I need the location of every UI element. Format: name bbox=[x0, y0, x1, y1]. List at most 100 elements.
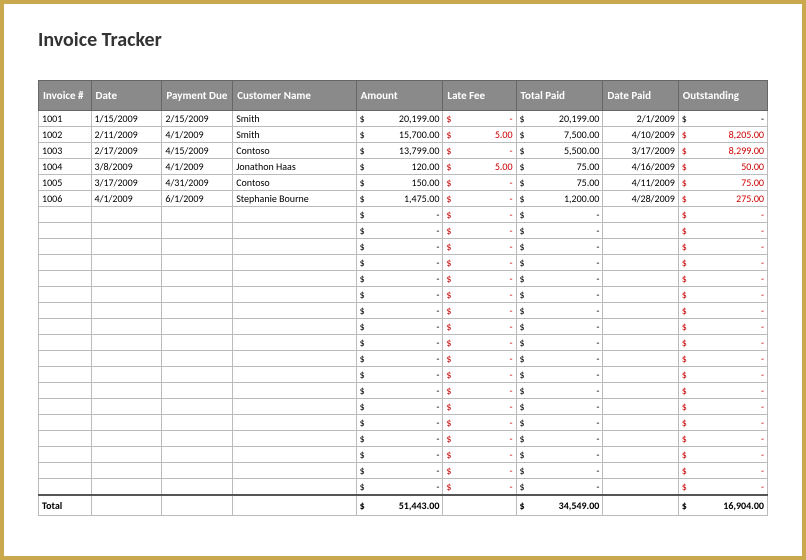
money-cell: $20,199.00 bbox=[356, 111, 443, 127]
cell-date: 2/11/2009 bbox=[91, 127, 162, 143]
money-cell: $- bbox=[516, 463, 603, 479]
cell-empty bbox=[603, 351, 678, 367]
money-cell: $- bbox=[356, 207, 443, 223]
cell-empty bbox=[233, 271, 356, 287]
cell-customer: Jonathon Haas bbox=[233, 159, 356, 175]
cell-empty bbox=[603, 415, 678, 431]
cell-empty bbox=[91, 223, 162, 239]
table-row: 10043/8/20094/1/2009Jonathon Haas$120.00… bbox=[39, 159, 768, 175]
cell-empty bbox=[91, 447, 162, 463]
total-amount: $51,443.00 bbox=[356, 495, 443, 516]
table-row-empty: $-$-$-$- bbox=[39, 335, 768, 351]
money-cell: $- bbox=[678, 287, 767, 303]
cell-empty bbox=[91, 383, 162, 399]
cell-empty bbox=[91, 319, 162, 335]
table-row-empty: $-$-$-$- bbox=[39, 239, 768, 255]
money-cell: $- bbox=[678, 111, 767, 127]
money-cell: $50.00 bbox=[678, 159, 767, 175]
cell-payment-due: 4/31/2009 bbox=[162, 175, 233, 191]
table-row-empty: $-$-$-$- bbox=[39, 383, 768, 399]
cell-empty bbox=[233, 463, 356, 479]
table-row-empty: $-$-$-$- bbox=[39, 415, 768, 431]
cell-date-paid: 2/1/2009 bbox=[603, 111, 678, 127]
money-cell: $- bbox=[356, 287, 443, 303]
money-cell: $- bbox=[356, 399, 443, 415]
header-outstanding: Outstanding bbox=[678, 81, 767, 111]
cell-empty bbox=[162, 479, 233, 496]
header-row: Invoice # Date Payment Due Customer Name… bbox=[39, 81, 768, 111]
header-customer: Customer Name bbox=[233, 81, 356, 111]
invoice-table: Invoice # Date Payment Due Customer Name… bbox=[38, 80, 768, 516]
cell-empty bbox=[603, 207, 678, 223]
cell-empty bbox=[162, 303, 233, 319]
total-outstanding: $16,904.00 bbox=[678, 495, 767, 516]
header-invoice: Invoice # bbox=[39, 81, 92, 111]
cell-empty bbox=[603, 399, 678, 415]
cell-empty bbox=[162, 287, 233, 303]
cell-empty bbox=[39, 223, 92, 239]
cell-empty bbox=[233, 399, 356, 415]
money-cell: $- bbox=[356, 463, 443, 479]
cell-empty bbox=[162, 351, 233, 367]
cell-date-paid: 4/11/2009 bbox=[603, 175, 678, 191]
cell-empty bbox=[39, 335, 92, 351]
cell-empty bbox=[162, 319, 233, 335]
cell-empty bbox=[91, 255, 162, 271]
money-cell: $- bbox=[356, 367, 443, 383]
money-cell: $- bbox=[443, 351, 516, 367]
money-cell: $- bbox=[356, 383, 443, 399]
table-row: 10022/11/20094/1/2009Smith$15,700.00$5.0… bbox=[39, 127, 768, 143]
cell-empty bbox=[233, 447, 356, 463]
cell-empty bbox=[91, 287, 162, 303]
money-cell: $- bbox=[516, 351, 603, 367]
cell-empty bbox=[233, 367, 356, 383]
table-row-empty: $-$-$-$- bbox=[39, 447, 768, 463]
cell-empty bbox=[91, 367, 162, 383]
cell-empty bbox=[162, 335, 233, 351]
header-date-paid: Date Paid bbox=[603, 81, 678, 111]
money-cell: $- bbox=[516, 431, 603, 447]
cell-empty bbox=[162, 255, 233, 271]
money-cell: $- bbox=[443, 239, 516, 255]
money-cell: $- bbox=[443, 143, 516, 159]
money-cell: $- bbox=[443, 111, 516, 127]
cell-empty bbox=[91, 207, 162, 223]
money-cell: $- bbox=[443, 255, 516, 271]
money-cell: $- bbox=[516, 415, 603, 431]
cell-empty bbox=[233, 431, 356, 447]
cell-invoice: 1005 bbox=[39, 175, 92, 191]
money-cell: $- bbox=[678, 319, 767, 335]
cell-invoice: 1003 bbox=[39, 143, 92, 159]
cell-empty bbox=[91, 335, 162, 351]
cell-empty bbox=[91, 399, 162, 415]
money-cell: $- bbox=[678, 351, 767, 367]
cell-customer: Contoso bbox=[233, 175, 356, 191]
money-cell: $- bbox=[516, 335, 603, 351]
money-cell: $1,200.00 bbox=[516, 191, 603, 207]
money-cell: $- bbox=[443, 479, 516, 496]
money-cell: $- bbox=[678, 431, 767, 447]
cell-empty bbox=[39, 271, 92, 287]
money-cell: $- bbox=[356, 431, 443, 447]
money-cell: $- bbox=[516, 223, 603, 239]
cell-empty bbox=[162, 463, 233, 479]
money-cell: $- bbox=[356, 319, 443, 335]
money-cell: $- bbox=[443, 415, 516, 431]
money-cell: $- bbox=[443, 319, 516, 335]
money-cell: $- bbox=[356, 415, 443, 431]
money-cell: $5.00 bbox=[443, 159, 516, 175]
cell-customer: Contoso bbox=[233, 143, 356, 159]
money-cell: $- bbox=[516, 367, 603, 383]
cell-empty bbox=[603, 287, 678, 303]
cell-empty bbox=[39, 415, 92, 431]
cell-empty bbox=[162, 239, 233, 255]
cell-empty bbox=[603, 271, 678, 287]
cell-empty bbox=[603, 479, 678, 496]
table-row-empty: $-$-$-$- bbox=[39, 319, 768, 335]
cell-empty bbox=[39, 479, 92, 496]
money-cell: $- bbox=[678, 239, 767, 255]
cell-empty bbox=[162, 207, 233, 223]
money-cell: $- bbox=[678, 255, 767, 271]
money-cell: $- bbox=[516, 207, 603, 223]
cell-payment-due: 4/15/2009 bbox=[162, 143, 233, 159]
